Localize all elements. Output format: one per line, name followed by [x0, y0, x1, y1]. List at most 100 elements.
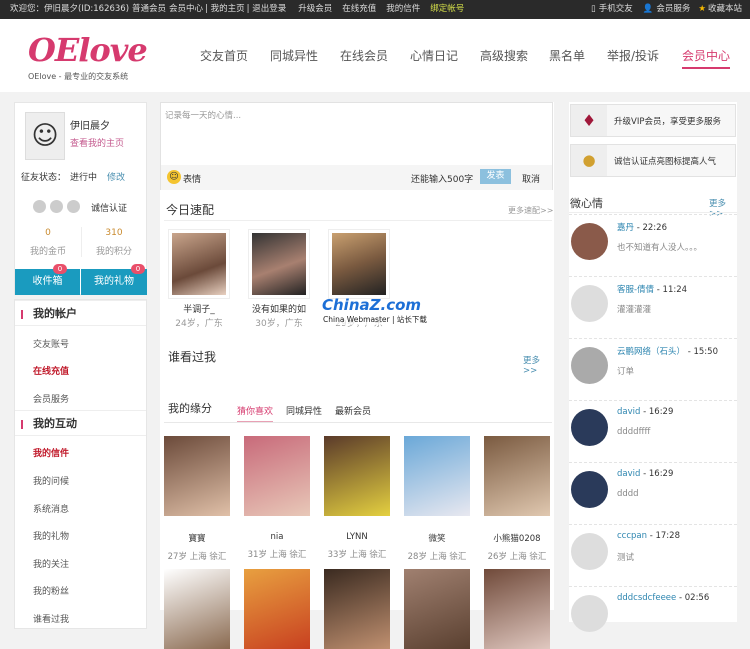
vip-promo[interactable]: ♦ 升级VIP会员，享受更多服务: [570, 104, 736, 137]
member-card[interactable]: 微笑 28岁 上海 徐汇: [404, 436, 470, 562]
member-photo[interactable]: [484, 569, 550, 649]
view-home-link[interactable]: 查看我的主页: [70, 136, 124, 149]
nav-search[interactable]: 高级搜索: [480, 47, 528, 64]
logo[interactable]: OElove: [28, 31, 148, 69]
speed-name[interactable]: 没有如果的如: [244, 302, 314, 315]
cert-promo[interactable]: ● 诚信认证点亮图标提高人气: [570, 144, 736, 177]
mood-user[interactable]: 嘉丹: [617, 223, 634, 233]
member-photo[interactable]: [164, 436, 230, 516]
mood-input[interactable]: 记录每一天的心情...: [165, 109, 545, 159]
favorite-link[interactable]: 收藏本站: [708, 4, 742, 14]
mood-avatar[interactable]: [571, 409, 608, 446]
mood-text: 订单: [617, 367, 635, 377]
mood-user[interactable]: 客服-倩倩: [617, 285, 654, 295]
member-card[interactable]: [164, 569, 230, 649]
mood-avatar[interactable]: [571, 595, 608, 632]
member-name[interactable]: LYNN: [324, 532, 390, 542]
publish-button[interactable]: 发表: [480, 169, 511, 184]
menu-item-account[interactable]: 交友账号: [33, 337, 69, 350]
my-home-link[interactable]: 我的主页: [211, 4, 245, 14]
member-photo[interactable]: [324, 569, 390, 649]
member-photo[interactable]: [404, 569, 470, 649]
mood-user[interactable]: david: [617, 407, 640, 417]
menu-item-system[interactable]: 系统消息: [33, 502, 69, 515]
mood-avatar[interactable]: [571, 533, 608, 570]
mood-user[interactable]: dddcsdcfeeee: [617, 593, 676, 603]
member-card[interactable]: nia 31岁 上海 徐汇: [244, 436, 310, 560]
speed-match-more[interactable]: 更多速配>>: [508, 205, 553, 216]
member-photo[interactable]: [164, 569, 230, 649]
tab-local[interactable]: 同城异性: [286, 404, 322, 417]
speed-photo[interactable]: [328, 229, 390, 299]
member-card[interactable]: LYNN 33岁 上海 徐汇: [324, 436, 390, 560]
inbox-button[interactable]: 收件箱 0: [15, 264, 80, 295]
points-value: 310: [105, 228, 123, 238]
logout-link[interactable]: 退出登录: [252, 4, 286, 14]
nav-home[interactable]: 交友首页: [200, 47, 248, 64]
speed-photo[interactable]: [248, 229, 310, 299]
member-name[interactable]: 微笑: [404, 532, 470, 544]
phone-cert-icon[interactable]: [50, 200, 63, 213]
cancel-button[interactable]: 取消: [522, 172, 540, 185]
nav-report[interactable]: 举报/投诉: [607, 47, 659, 64]
emoji-icon[interactable]: ☺: [167, 170, 181, 184]
member-card[interactable]: [324, 569, 390, 649]
menu-item-gifts[interactable]: 我的礼物: [33, 529, 69, 542]
mood-user[interactable]: cccpan: [617, 531, 647, 541]
tab-guess-like[interactable]: 猜你喜欢: [237, 404, 274, 423]
member-card[interactable]: [484, 569, 550, 649]
remaining-chars: 还能输入500字: [411, 175, 474, 185]
menu-item-visitors[interactable]: 谁看过我: [33, 612, 69, 625]
member-photo[interactable]: [244, 436, 310, 516]
member-photo[interactable]: [484, 436, 550, 516]
member-card[interactable]: [244, 569, 310, 649]
menu-item-recharge[interactable]: 在线充值: [33, 364, 69, 377]
member-photo[interactable]: [324, 436, 390, 516]
bind-account-link[interactable]: 绑定帐号: [430, 4, 464, 14]
cert-label[interactable]: 诚信认证: [91, 201, 127, 214]
avatar[interactable]: ☺: [25, 112, 65, 160]
nav-online[interactable]: 在线会员: [340, 47, 388, 64]
mobile-link[interactable]: 手机交友: [599, 4, 633, 14]
username-link[interactable]: 伊旧晨夕(ID:162636): [44, 4, 129, 14]
member-name[interactable]: 小熊猫0208: [484, 532, 550, 544]
menu-item-follows[interactable]: 我的关注: [33, 557, 69, 570]
mood-avatar[interactable]: [571, 347, 608, 384]
member-photo[interactable]: [244, 569, 310, 649]
member-card[interactable]: 寶寶 27岁 上海 徐汇: [164, 436, 230, 562]
member-name[interactable]: nia: [244, 532, 310, 542]
member-card[interactable]: [404, 569, 470, 649]
tab-new[interactable]: 最新会员: [335, 404, 371, 417]
edit-status-link[interactable]: 修改: [107, 170, 125, 183]
member-photo[interactable]: [404, 436, 470, 516]
speed-photo[interactable]: [168, 229, 230, 299]
video-cert-icon[interactable]: [67, 200, 80, 213]
gifts-button[interactable]: 我的礼物 0: [81, 264, 147, 295]
mail-link[interactable]: 我的信件: [386, 4, 420, 14]
id-cert-icon[interactable]: [33, 200, 46, 213]
menu-item-greetings[interactable]: 我的问候: [33, 474, 69, 487]
menu-item-service[interactable]: 会员服务: [33, 392, 69, 405]
menu-heading-interact: 我的互动: [15, 410, 146, 436]
member-name[interactable]: 寶寶: [164, 532, 230, 544]
mood-avatar[interactable]: [571, 285, 608, 322]
nav-member-center[interactable]: 会员中心: [682, 47, 731, 69]
mood-avatar[interactable]: [571, 471, 608, 508]
mood-user[interactable]: 云鹏网络（石头）: [617, 347, 685, 357]
mood-time: - 22:26: [634, 223, 667, 233]
menu-item-fans[interactable]: 我的粉丝: [33, 584, 69, 597]
service-link[interactable]: 会员服务: [656, 4, 690, 14]
upgrade-link[interactable]: 升级会员: [298, 4, 332, 14]
mood-user[interactable]: david: [617, 469, 640, 479]
recharge-link[interactable]: 在线充值: [342, 4, 376, 14]
menu-item-mail[interactable]: 我的信件: [33, 446, 69, 459]
nav-blacklist[interactable]: 黑名单: [549, 47, 585, 64]
member-card[interactable]: 小熊猫0208 26岁 上海 徐汇: [484, 436, 550, 562]
nav-local[interactable]: 同城异性: [270, 47, 318, 64]
member-center-link[interactable]: 会员中心: [169, 4, 203, 14]
mood-avatar[interactable]: [571, 223, 608, 260]
speed-name[interactable]: 半调子_: [168, 302, 230, 315]
nav-diary[interactable]: 心情日记: [410, 47, 458, 64]
visitors-more[interactable]: 更多>>: [523, 354, 554, 376]
emoji-label[interactable]: 表情: [183, 172, 201, 185]
